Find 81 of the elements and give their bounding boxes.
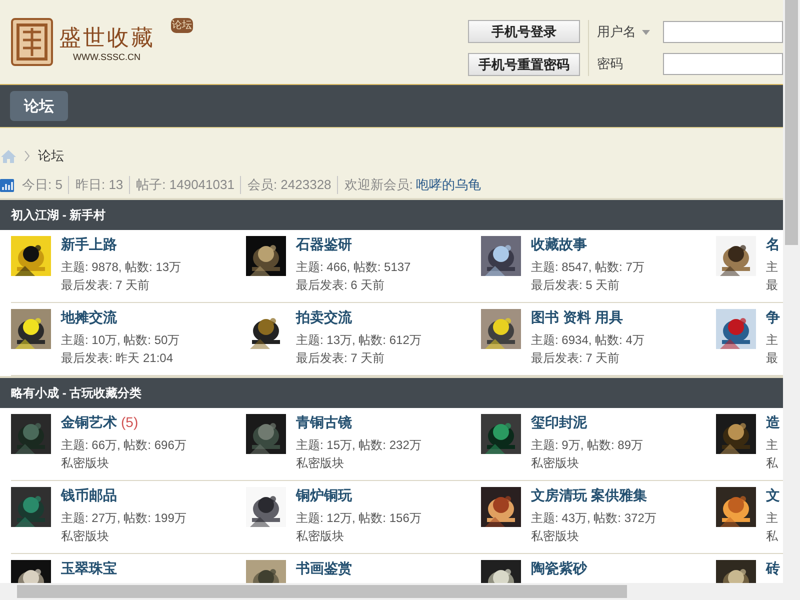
forum-stats: 主题: 12万, 帖数: 156万 (296, 510, 422, 527)
forum-stats: 主题: 9万, 帖数: 89万 (531, 437, 644, 454)
username-field[interactable] (663, 21, 783, 44)
login-button[interactable]: 手机号登录 (468, 20, 580, 43)
logo-icon (11, 18, 53, 66)
forum-link[interactable]: 文 (766, 487, 780, 503)
welcome-label: 欢迎新会员: (337, 176, 413, 194)
forum-last-post: 私 (766, 528, 779, 545)
forum-last-post: 最后发表: 昨天 21:04 (61, 350, 174, 367)
forum-stats: 主题: 6934, 帖数: 4万 (531, 332, 644, 349)
forum-link[interactable]: 收藏故事 (531, 236, 587, 252)
stat-text: 帖子: 149041031 (129, 176, 240, 194)
forum-last-post: 最 (766, 277, 779, 294)
forum-link[interactable]: 文房清玩 案供雅集 (531, 487, 647, 503)
section-title: 略有小成 - 古玩收藏分类 (11, 384, 142, 402)
stat-text: 会员: 2423328 (240, 176, 338, 194)
forum-stats: 主题: 15万, 帖数: 232万 (296, 437, 422, 454)
vertical-scrollbar[interactable] (783, 0, 800, 583)
forum-link[interactable]: 新手上路 (61, 236, 117, 252)
forum-stats: 主题: 466, 帖数: 5137 (296, 259, 411, 276)
forum-stats: 主 (766, 259, 779, 276)
forum-link[interactable]: 争 (766, 309, 780, 325)
forum-stats: 主题: 10万, 帖数: 50万 (61, 332, 180, 349)
forum-last-post: 私 (766, 455, 779, 472)
member-link[interactable]: 咆哮的乌龟 (416, 176, 481, 194)
forum-last-post: 私密版块 (531, 455, 580, 472)
forum-link[interactable]: 地摊交流 (61, 309, 117, 325)
stat-text: 昨日: 13 (68, 176, 130, 194)
caret-icon[interactable] (642, 30, 650, 35)
forum-last-post: 最后发表: 6 天前 (296, 277, 386, 294)
forum-stats: 主题: 43万, 帖数: 372万 (531, 510, 656, 527)
forum-last-post: 私密版块 (296, 455, 345, 472)
login-button[interactable]: 手机号重置密码 (468, 53, 580, 76)
breadcrumb-link[interactable]: 论坛 (38, 147, 64, 165)
forum-stats: 主 (766, 510, 779, 527)
chevron-icon (24, 151, 30, 161)
forum-last-post: 最后发表: 5 天前 (531, 277, 621, 294)
forum-last-post: 私密版块 (61, 455, 110, 472)
forum-last-post: 最 (766, 350, 779, 367)
forum-stats: 主 (766, 332, 779, 349)
forum-last-post: 私密版块 (61, 528, 110, 545)
scroll-thumb[interactable] (785, 0, 798, 245)
forum-link[interactable]: 石器鉴研 (296, 236, 352, 252)
stat-text: 今日: 5 (22, 176, 64, 194)
forum-link[interactable]: 玉翠珠宝 (61, 560, 117, 576)
username-label: 用户名 (597, 23, 636, 42)
nav-tab[interactable]: 论坛 (10, 91, 68, 121)
forum-stats: 主题: 27万, 帖数: 199万 (61, 510, 186, 527)
password-label: 密码 (597, 54, 624, 73)
logo-url: WWW.SSSC.CN (72, 52, 142, 62)
forum-link[interactable]: 名 (766, 236, 780, 252)
forum-link[interactable]: 金铜艺术 (61, 414, 117, 430)
forum-link[interactable]: 图书 资料 用具 (531, 309, 623, 325)
forum-stats: 主题: 9878, 帖数: 13万 (61, 259, 182, 276)
logo-name: 盛世收藏 (59, 26, 155, 52)
forum-link[interactable]: 造 (766, 414, 780, 430)
horizontal-scrollbar[interactable] (0, 583, 783, 600)
forum-link[interactable]: 陶瓷紫砂 (531, 560, 587, 576)
forum-last-post: 最后发表: 7 天前 (531, 350, 621, 367)
home-icon[interactable] (1, 150, 16, 162)
password-field[interactable] (663, 52, 783, 75)
forum-last-post: 私密版块 (531, 528, 580, 545)
forum-last-post: 最后发表: 7 天前 (61, 277, 151, 294)
forum-link[interactable]: 钱币邮品 (61, 487, 117, 503)
forum-badge: 论坛 (171, 18, 193, 33)
section-title: 初入江湖 - 新手村 (11, 206, 106, 224)
forum-last-post: 私密版块 (296, 528, 345, 545)
forum-link[interactable]: 铜炉铜玩 (296, 487, 352, 503)
new-count: (5) (121, 414, 138, 430)
forum-link[interactable]: 玺印封泥 (531, 414, 587, 430)
forum-stats: 主题: 66万, 帖数: 696万 (61, 437, 186, 454)
forum-stats: 主题: 8547, 帖数: 7万 (531, 259, 644, 276)
bar-chart-icon (0, 178, 14, 192)
forum-stats: 主 (766, 437, 779, 454)
forum-last-post: 最后发表: 7 天前 (296, 350, 386, 367)
forum-stats: 主题: 13万, 帖数: 612万 (296, 332, 422, 349)
scroll-thumb[interactable] (17, 585, 627, 598)
forum-link[interactable]: 拍卖交流 (296, 309, 352, 325)
forum-link[interactable]: 砖 (766, 560, 780, 576)
forum-link[interactable]: 书画鉴赏 (296, 560, 352, 576)
forum-link[interactable]: 青铜古镜 (296, 414, 352, 430)
